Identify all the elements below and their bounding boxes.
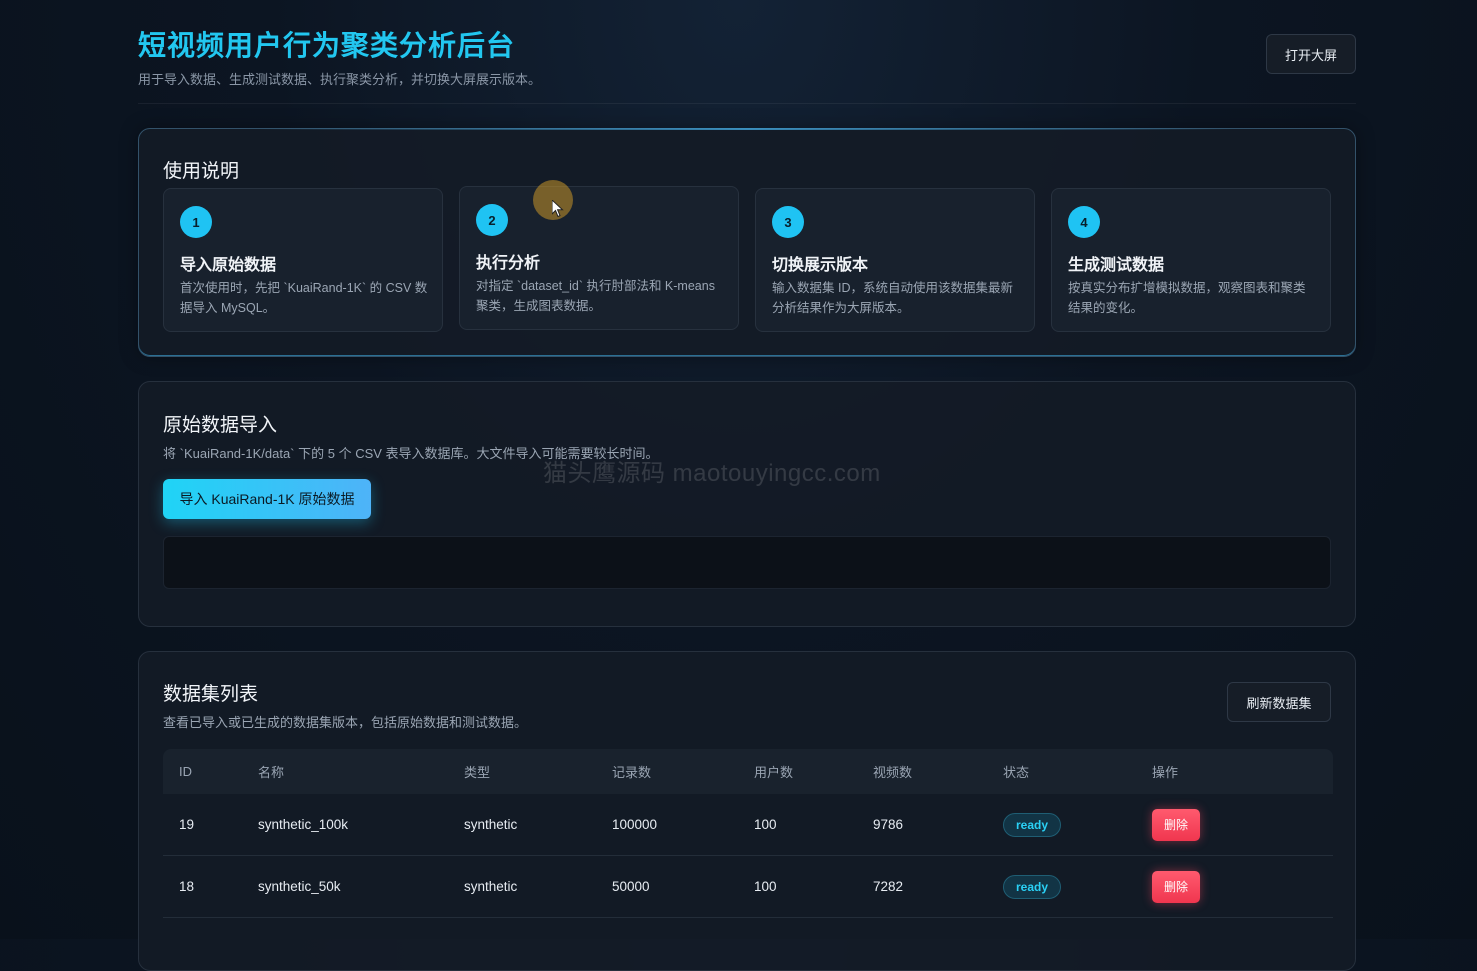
table-row: 19 synthetic_100k synthetic 100000 100 9… (163, 794, 1333, 856)
status-badge: ready (1003, 874, 1062, 899)
import-log-output (163, 536, 1331, 589)
column-header-actions: 操作 (1152, 765, 1179, 780)
page-title: 短视频用户行为聚类分析后台 (138, 30, 516, 61)
column-header-id: ID (179, 764, 192, 779)
step-card-switch-version: 3 切换展示版本 输入数据集 ID，系统自动使用该数据集最新分析结果作为大屏版本… (755, 188, 1035, 332)
step-card-analyze: 2 执行分析 对指定 `dataset_id` 执行肘部法和 K-means 聚… (459, 186, 739, 330)
cell-id: 19 (163, 794, 242, 856)
column-header-status: 状态 (1003, 765, 1030, 780)
step-description: 对指定 `dataset_id` 执行肘部法和 K-means 聚类，生成图表数… (476, 279, 715, 313)
cell-users: 100 (738, 794, 857, 856)
step-number-badge: 2 (476, 204, 508, 236)
step-number-badge: 1 (180, 206, 212, 238)
dataset-table: ID 名称 类型 记录数 用户数 视频数 状态 操作 19 synthetic_… (163, 749, 1333, 918)
table-row: 18 synthetic_50k synthetic 50000 100 728… (163, 855, 1333, 918)
column-header-name: 名称 (258, 765, 285, 780)
admin-page: 短视频用户行为聚类分析后台 用于导入数据、生成测试数据、执行聚类分析，并切换大屏… (138, 0, 1356, 971)
step-number-badge: 3 (772, 206, 804, 238)
cell-users: 100 (738, 855, 857, 918)
step-title: 执行分析 (476, 255, 541, 272)
cell-videos: 9786 (857, 794, 987, 856)
status-badge: ready (1003, 812, 1062, 837)
step-description: 首次使用时，先把 `KuaiRand-1K` 的 CSV 数据导入 MySQL。 (180, 281, 428, 315)
page-header: 短视频用户行为聚类分析后台 用于导入数据、生成测试数据、执行聚类分析，并切换大屏… (138, 0, 1356, 104)
cell-records: 50000 (596, 855, 738, 918)
cell-id: 18 (163, 855, 242, 918)
column-header-videos: 视频数 (873, 765, 913, 780)
refresh-datasets-button[interactable]: 刷新数据集 (1227, 682, 1331, 722)
column-header-users: 用户数 (754, 765, 794, 780)
table-header-row: ID 名称 类型 记录数 用户数 视频数 状态 操作 (163, 749, 1333, 794)
cell-actions: 删除 (1136, 855, 1333, 918)
cell-type: synthetic (448, 855, 596, 918)
cell-videos: 7282 (857, 855, 987, 918)
dataset-list-title: 数据集列表 (163, 684, 259, 705)
step-card-generate-test: 4 生成测试数据 按真实分布扩增模拟数据，观察图表和聚类结果的变化。 (1051, 188, 1331, 332)
raw-data-import-panel: 原始数据导入 将 `KuaiRand-1K/data` 下的 5 个 CSV 表… (138, 381, 1356, 627)
step-title: 生成测试数据 (1068, 257, 1165, 274)
usage-guide-panel: 使用说明 1 导入原始数据 首次使用时，先把 `KuaiRand-1K` 的 C… (138, 128, 1356, 357)
column-header-type: 类型 (464, 765, 491, 780)
column-header-records: 记录数 (612, 765, 652, 780)
page-subtitle: 用于导入数据、生成测试数据、执行聚类分析，并切换大屏展示版本。 (138, 72, 542, 87)
cell-actions: 删除 (1136, 794, 1333, 856)
cell-status: ready (987, 855, 1136, 918)
step-description: 输入数据集 ID，系统自动使用该数据集最新分析结果作为大屏版本。 (772, 281, 1013, 315)
delete-button[interactable]: 删除 (1152, 870, 1200, 903)
cell-name: synthetic_100k (242, 794, 448, 856)
step-title: 导入原始数据 (180, 257, 277, 274)
step-number-badge: 4 (1068, 206, 1100, 238)
cell-name: synthetic_50k (242, 855, 448, 918)
usage-guide-title: 使用说明 (163, 161, 240, 182)
import-raw-data-button[interactable]: 导入 KuaiRand-1K 原始数据 (163, 479, 371, 519)
cell-status: ready (987, 794, 1136, 856)
open-big-screen-button[interactable]: 打开大屏 (1266, 34, 1356, 74)
import-title: 原始数据导入 (163, 415, 278, 436)
step-card-import: 1 导入原始数据 首次使用时，先把 `KuaiRand-1K` 的 CSV 数据… (163, 188, 443, 332)
dataset-list-description: 查看已导入或已生成的数据集版本，包括原始数据和测试数据。 (163, 715, 528, 730)
dataset-list-panel: 数据集列表 查看已导入或已生成的数据集版本，包括原始数据和测试数据。 刷新数据集… (138, 651, 1356, 971)
cell-type: synthetic (448, 794, 596, 856)
cell-records: 100000 (596, 794, 738, 856)
import-description: 将 `KuaiRand-1K/data` 下的 5 个 CSV 表导入数据库。大… (163, 446, 659, 461)
delete-button[interactable]: 删除 (1152, 808, 1200, 841)
step-description: 按真实分布扩增模拟数据，观察图表和聚类结果的变化。 (1068, 281, 1306, 315)
step-title: 切换展示版本 (772, 257, 869, 274)
